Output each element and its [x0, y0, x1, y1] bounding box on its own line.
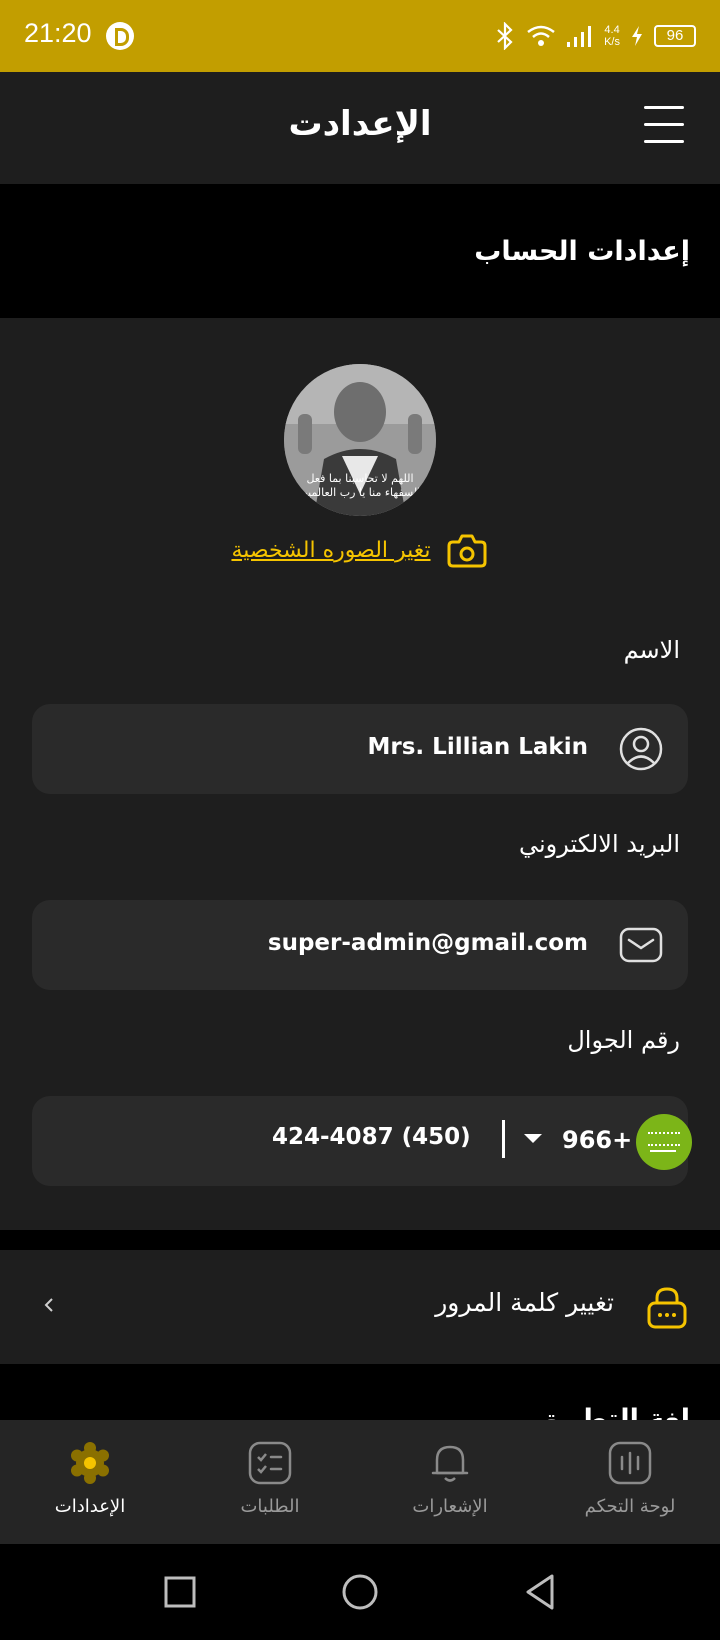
- charging-icon: [632, 26, 642, 46]
- signal-icon: [567, 26, 592, 47]
- nav-dashboard-label: لوحة التحكم: [584, 1496, 676, 1517]
- change-photo-label[interactable]: تغير الصوره الشخصية: [231, 538, 430, 563]
- phone-number-input[interactable]: 424-4087 (450): [272, 1124, 471, 1150]
- app-language-title: لغة التطبيق: [535, 1404, 690, 1420]
- bottom-navigation: لوحة التحكم الإشعارات الطلبات الإعدادات: [0, 1420, 720, 1544]
- app-bar: الإعدادت: [0, 72, 720, 184]
- app-notification-icon: [106, 22, 134, 50]
- system-navigation-bar: [0, 1544, 720, 1640]
- page-title: الإعدادت: [288, 104, 432, 144]
- phone-label: رقم الجوال: [567, 1026, 680, 1054]
- bluetooth-icon: [497, 22, 513, 50]
- phone-divider: [502, 1120, 505, 1158]
- bell-icon: [431, 1445, 469, 1482]
- account-settings-header: إعدادات الحساب: [0, 184, 720, 318]
- country-code[interactable]: 966+: [562, 1126, 632, 1154]
- avatar[interactable]: اللهم لا تحاسبنا بما فعل السفهاء منا يا …: [284, 364, 436, 516]
- avatar-caption: اللهم لا تحاسبنا بما فعل السفهاء منا يا …: [299, 472, 421, 499]
- app-language-section: لغة التطبيق: [0, 1364, 720, 1420]
- nav-orders-label: الطلبات: [240, 1496, 300, 1517]
- recent-apps-icon[interactable]: [160, 1572, 200, 1612]
- network-speed: 4.4 K/s: [604, 24, 620, 48]
- battery-indicator: 96: [654, 25, 696, 47]
- email-field[interactable]: super-admin@gmail.com: [32, 900, 688, 990]
- user-icon: [619, 727, 663, 771]
- change-photo-button[interactable]: تغير الصوره الشخصية: [0, 528, 720, 572]
- nav-settings[interactable]: الإعدادات: [0, 1440, 180, 1530]
- nav-notifications-label: الإشعارات: [412, 1496, 488, 1517]
- back-icon[interactable]: [520, 1572, 560, 1612]
- chevron-left-icon[interactable]: [40, 1296, 58, 1314]
- settings-gear-icon: [71, 1442, 109, 1484]
- name-value[interactable]: Mrs. Lillian Lakin: [368, 734, 589, 760]
- orders-icon: [248, 1441, 292, 1485]
- lock-icon: [647, 1287, 687, 1329]
- change-password-label[interactable]: تغيير كلمة المرور: [435, 1288, 614, 1317]
- home-icon[interactable]: [340, 1572, 380, 1612]
- wifi-icon: [527, 25, 555, 46]
- name-label: الاسم: [623, 636, 680, 664]
- status-icons: 4.4 K/s 96: [494, 18, 696, 54]
- status-bar: 21:20 4.4 K/s 96: [0, 0, 720, 72]
- email-value[interactable]: super-admin@gmail.com: [268, 930, 588, 956]
- chevron-down-icon[interactable]: [524, 1134, 542, 1143]
- saudi-flag-icon[interactable]: [636, 1114, 692, 1170]
- phone-field[interactable]: 424-4087 (450) 966+: [32, 1096, 692, 1186]
- status-time: 21:20: [24, 18, 92, 48]
- nav-dashboard[interactable]: لوحة التحكم: [540, 1440, 720, 1530]
- change-password-row[interactable]: تغيير كلمة المرور: [0, 1250, 720, 1364]
- section-title: إعدادات الحساب: [474, 236, 690, 267]
- dashboard-icon: [608, 1441, 652, 1485]
- nav-settings-label: الإعدادات: [54, 1496, 126, 1517]
- nav-orders[interactable]: الطلبات: [180, 1440, 360, 1530]
- camera-icon[interactable]: [445, 528, 489, 572]
- email-label: البريد الالكتروني: [518, 830, 680, 858]
- nav-notifications[interactable]: الإشعارات: [360, 1440, 540, 1530]
- hamburger-menu-icon[interactable]: [644, 106, 684, 146]
- profile-card: اللهم لا تحاسبنا بما فعل السفهاء منا يا …: [0, 318, 720, 1230]
- name-field[interactable]: Mrs. Lillian Lakin: [32, 704, 688, 794]
- mail-icon: [619, 927, 663, 963]
